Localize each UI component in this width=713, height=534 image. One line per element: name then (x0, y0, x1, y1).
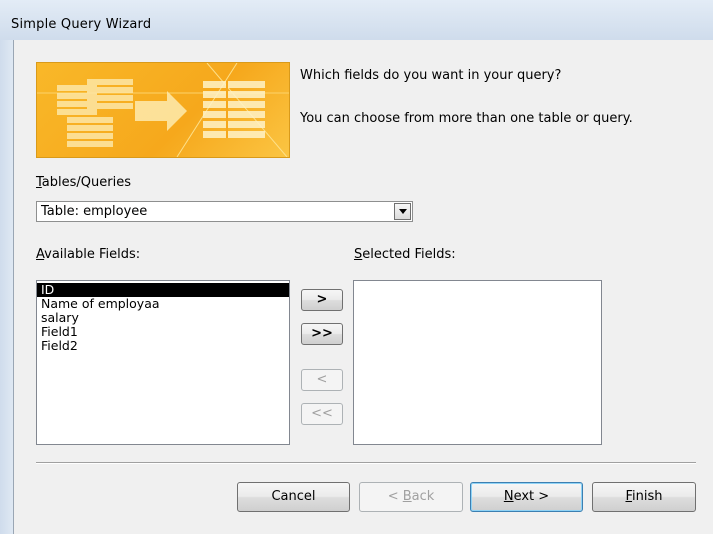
table-to-query-illustration (37, 63, 289, 157)
list-item[interactable]: Field1 (37, 325, 289, 339)
instruction-line-2: You can choose from more than one table … (300, 111, 633, 126)
chevron-down-icon (399, 209, 407, 214)
selected-fields-listbox[interactable] (353, 280, 602, 445)
list-item[interactable]: Name of employaa (37, 297, 289, 311)
available-fields-listbox[interactable]: ID Name of employaa salary Field1 Field2 (36, 280, 290, 445)
back-button[interactable]: < Back (359, 482, 463, 512)
tables-queries-label: Tables/Queries (36, 175, 131, 190)
remove-all-fields-button[interactable]: << (301, 403, 343, 425)
combobox-value: Table: employee (41, 204, 148, 219)
instruction-line-1: Which fields do you want in your query? (300, 68, 562, 83)
selected-fields-label: Selected Fields: (354, 247, 456, 262)
cancel-button[interactable]: Cancel (237, 482, 350, 512)
available-fields-label: Available Fields: (36, 247, 141, 262)
window-left-border (0, 40, 13, 534)
next-button[interactable]: Next > (470, 482, 583, 512)
list-item[interactable]: ID (37, 283, 289, 297)
list-item[interactable]: Field2 (37, 339, 289, 353)
tables-queries-combobox[interactable]: Table: employee (36, 201, 413, 222)
wizard-banner-image (36, 62, 290, 158)
window-title: Simple Query Wizard (11, 17, 152, 32)
finish-button[interactable]: Finish (592, 482, 696, 512)
add-field-button[interactable]: > (301, 289, 343, 311)
title-bar: Simple Query Wizard (0, 0, 713, 40)
add-all-fields-button[interactable]: >> (301, 323, 343, 345)
remove-field-button[interactable]: < (301, 369, 343, 391)
footer-separator (36, 462, 696, 464)
list-item[interactable]: salary (37, 311, 289, 325)
dropdown-button[interactable] (394, 203, 411, 220)
